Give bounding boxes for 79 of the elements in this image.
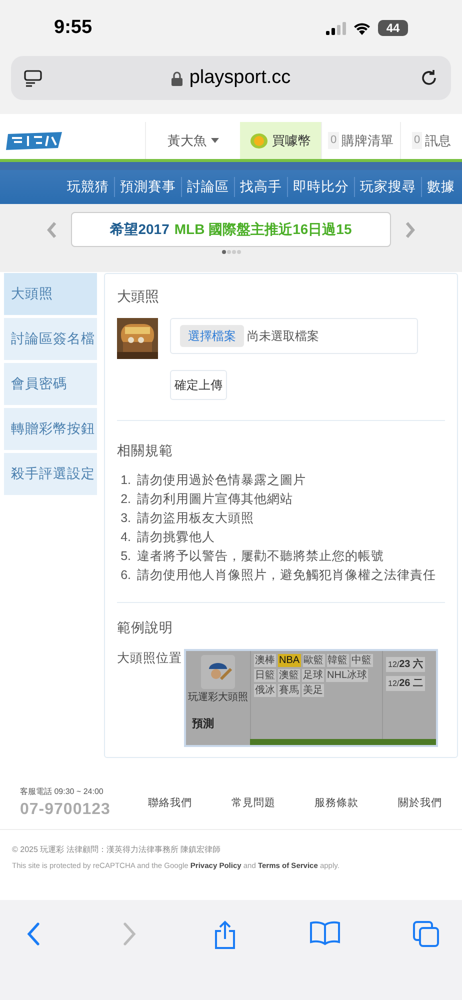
rule-text: 請勿挑釁他人 (137, 529, 215, 546)
rule-text: 請勿利用圖片宣傳其他網站 (137, 491, 293, 508)
page-menu-icon[interactable] (23, 68, 43, 88)
address-bar[interactable]: playsport.cc (11, 56, 451, 100)
banner-highlight: MLB 國際盤主推近16日過15 (174, 220, 352, 239)
phone-number: 07-9700123 (20, 800, 112, 820)
nav-link[interactable]: 數據 (421, 176, 460, 198)
coin-icon (250, 132, 268, 148)
list-number: 6. (120, 567, 132, 584)
file-status-text: 尚未選取檔案 (247, 328, 319, 345)
footer-link[interactable]: 關於我們 (398, 796, 442, 812)
sport-tag: 韓籃 (326, 654, 349, 666)
list-number: 1. (120, 472, 132, 490)
sport-tag: 賽馬 (278, 684, 300, 696)
status-time: 9:55 (54, 16, 92, 40)
lock-icon (171, 70, 184, 86)
sport-tag: 中籃 (350, 654, 373, 666)
sport-tag: 澳棒 (254, 654, 276, 666)
nav-link[interactable]: 找高手 (234, 176, 287, 198)
sidebar-tab[interactable]: 殺手評選設定 (4, 453, 97, 495)
section-title: 相關規範 (117, 442, 174, 460)
sidebar-tab[interactable]: 轉贈彩幣按鈕 (4, 408, 97, 450)
list-number: 2. (120, 491, 132, 508)
signal-icon (326, 22, 346, 34)
share-icon[interactable] (212, 920, 238, 950)
file-input-field[interactable]: 選擇檔案 尚未選取檔案 (170, 318, 418, 354)
banner-text: 希望2017 (110, 220, 170, 239)
sidebar-tab[interactable]: 大頭照 (4, 273, 97, 315)
list-number: 3. (120, 510, 132, 528)
sport-tag: 歐籃 (302, 654, 325, 666)
sport-tag: 日籃 (254, 668, 276, 682)
tabs-icon[interactable] (412, 920, 440, 948)
upload-button[interactable]: 確定上傳 (170, 370, 227, 400)
sport-tag: 澳籃 (278, 668, 300, 682)
nav-link[interactable]: 預測賽事 (114, 176, 181, 198)
nav-link[interactable]: 玩競猜 (62, 176, 114, 198)
sport-tag: 美足 (302, 684, 324, 696)
sport-tag: NBA (278, 654, 301, 666)
buy-coin-button[interactable]: 買噱幣 (240, 122, 321, 159)
choose-file-button[interactable]: 選擇檔案 (180, 325, 244, 347)
rule-text: 請勿盜用板友大頭照 (137, 510, 254, 528)
footer-link[interactable]: 服務條款 (314, 796, 359, 812)
field-label: 大頭照位置 (117, 650, 182, 666)
section-title: 大頭照 (117, 287, 160, 306)
rule-text: 請勿使用他人肖像照片，避免觸犯肖像權之法律責任 (137, 567, 436, 584)
section-label: 預測 (191, 716, 214, 732)
battery-indicator: 44 (378, 20, 408, 36)
caption-text: 玩運彩大頭照 (188, 692, 248, 704)
caret-icon (210, 138, 218, 143)
news-banner[interactable]: 希望2017 MLB 國際盤主推近16日過15 (71, 212, 391, 247)
mascot-drawing (201, 654, 235, 688)
section-title: 範例說明 (117, 619, 174, 638)
messages-button[interactable]: 0 訊息 (400, 122, 462, 159)
nav-link[interactable]: 討論區 (181, 176, 234, 198)
cart-button[interactable]: 0 購牌清單 (321, 122, 400, 159)
nav-link[interactable]: 即時比分 (287, 176, 354, 198)
copyright-text: © 2025 玩運彩 法律顧問：漢英得力法律事務所 陳鎮宏律師 (12, 844, 222, 856)
rule-text: 違者將予以警告，屢勸不聽將禁止您的帳號 (137, 548, 384, 566)
sport-tag: 足球 (302, 668, 324, 682)
sidebar-tab[interactable]: 討論區簽名檔 (4, 318, 97, 360)
footer-link[interactable]: 聯絡我們 (148, 796, 192, 812)
nav-link[interactable]: 玩家搜尋 (354, 176, 421, 198)
list-number: 5. (120, 548, 132, 566)
count-badge: 0 (412, 132, 422, 149)
url-text: playsport.cc (189, 66, 291, 90)
sport-tag: 俄冰 (254, 684, 276, 696)
list-number: 4. (120, 529, 132, 546)
reload-icon[interactable] (419, 68, 439, 88)
sport-tag: NHL冰球 (326, 668, 368, 682)
sidebar-tab[interactable]: 會員密碼 (4, 363, 97, 405)
date-chip: 12/23 六 (386, 656, 426, 672)
footer-link[interactable]: 常見問題 (231, 796, 276, 812)
count-badge: 0 (328, 132, 339, 149)
date-chip: 12/26 二 (386, 676, 426, 690)
rule-text: 請勿使用過於色情暴露之圖片 (137, 472, 306, 490)
site-logo (6, 130, 64, 152)
bookmarks-icon[interactable] (309, 920, 341, 946)
wifi-icon (353, 22, 371, 34)
hotline-label: 客服電話 09:30 ~ 24:00 (20, 786, 104, 798)
